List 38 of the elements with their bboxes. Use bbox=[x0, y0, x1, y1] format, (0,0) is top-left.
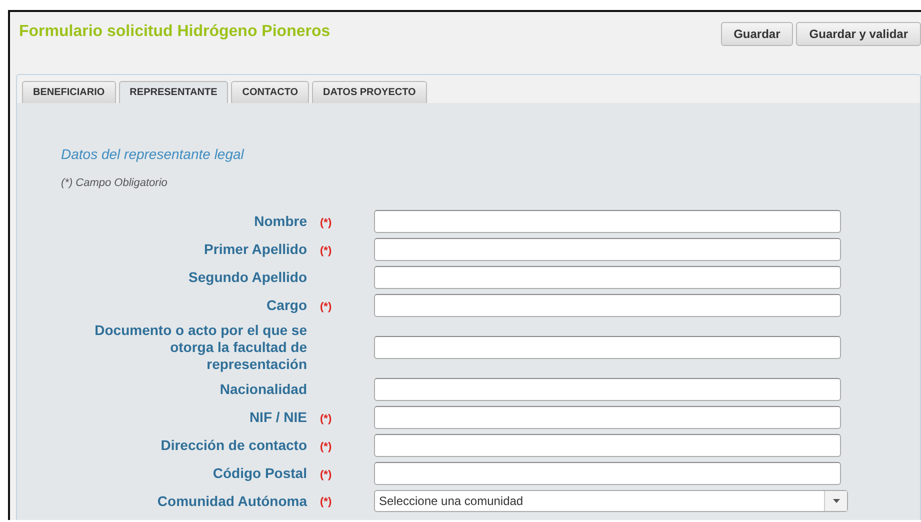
input-field[interactable] bbox=[374, 294, 841, 317]
required-mark: (*) bbox=[320, 216, 332, 228]
tab[interactable]: CONTACTO bbox=[231, 81, 310, 103]
required-mark: (*) bbox=[320, 440, 332, 452]
input-field[interactable] bbox=[374, 336, 841, 359]
required-mark: (*) bbox=[320, 300, 332, 312]
required-note: (*) Campo Obligatorio bbox=[61, 177, 168, 189]
tab[interactable]: DATOS PROYECTO bbox=[312, 81, 427, 103]
dropdown-button[interactable] bbox=[824, 491, 847, 511]
input-field[interactable] bbox=[374, 266, 841, 289]
tab[interactable]: BENEFICIARIO bbox=[22, 81, 116, 103]
field-label: Nacionalidad bbox=[218, 381, 307, 398]
caret-icon bbox=[832, 499, 840, 503]
required-mark: (*) bbox=[320, 496, 332, 508]
field-label: Nombre bbox=[253, 213, 307, 230]
save-button[interactable]: Guardar y validar bbox=[796, 22, 921, 46]
required-mark: (*) bbox=[320, 468, 332, 480]
field-label: NIF / NIE bbox=[248, 409, 307, 426]
required-mark: (*) bbox=[320, 244, 332, 256]
field-label: Cargo bbox=[266, 297, 307, 314]
field-label: Primer Apellido bbox=[203, 241, 307, 258]
section-title: Datos del representante legal bbox=[61, 146, 246, 162]
required-mark: (*) bbox=[320, 412, 332, 424]
field-label: Comunidad Autónoma bbox=[156, 492, 307, 510]
input-field[interactable] bbox=[374, 210, 841, 233]
field-label: Segundo Apellido bbox=[188, 269, 307, 286]
input-field[interactable] bbox=[374, 434, 841, 457]
save-button[interactable]: Guardar bbox=[720, 22, 794, 46]
tab[interactable]: REPRESENTANTE bbox=[118, 81, 228, 103]
field-label: Documento o acto por el que se otorga la facultad de representación bbox=[94, 322, 307, 373]
field-label: Dirección de contacto bbox=[160, 437, 307, 454]
input-field[interactable] bbox=[374, 238, 841, 261]
field-label: Código Postal bbox=[212, 465, 307, 482]
input-field[interactable] bbox=[374, 378, 841, 401]
input-field[interactable] bbox=[374, 462, 841, 485]
form-title: Formulario solicitud Hidrógeno Pioneros bbox=[18, 22, 330, 41]
input-field[interactable] bbox=[374, 406, 841, 429]
dropdown-field[interactable]: Seleccione una comunidad bbox=[374, 490, 848, 512]
